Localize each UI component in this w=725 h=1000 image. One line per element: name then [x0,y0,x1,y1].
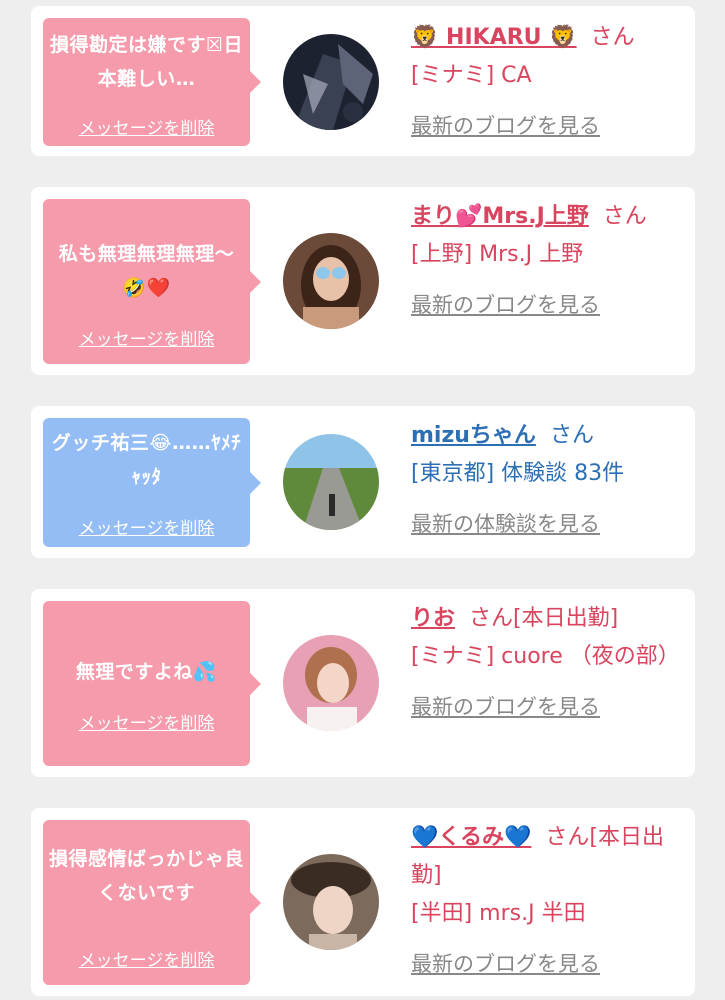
honorific: さん [590,25,635,50]
message-text: 損得勘定は嫌です☒日本難しい… [49,34,244,90]
message-bubble: 損得勘定は嫌です☒日本難しい… メッセージを削除 [43,18,261,146]
shop-location: [東京都] 体験談 83件 [411,461,625,486]
user-info: mizuちゃん さん [東京都] 体験談 83件 最新の体験談を見る [411,417,681,544]
user-name-link[interactable]: mizuちゃん [411,423,536,448]
shop-location: [上野] Mrs.J 上野 [411,242,584,267]
delete-message-link[interactable]: メッセージを削除 [43,325,250,350]
message-bubble: 損得感情ばっかじゃ良くないです メッセージを削除 [43,820,261,985]
latest-blog-link[interactable]: 最新のブログを見る [411,688,600,726]
woman-hat-avatar[interactable] [283,854,379,950]
name-row: 🦁 HIKARU 🦁 さん [411,19,681,57]
user-name-link[interactable]: 💙くるみ💙 [411,825,531,850]
message-text: 損得感情ばっかじゃ良くないです [49,848,245,904]
user-info: まり💕Mrs.J上野 さん [上野] Mrs.J 上野 最新のブログを見る [411,198,681,325]
message-bubble: グッチ祐三😂……ﾔﾒﾁｬｯﾀ メッセージを削除 [43,418,261,547]
woman-portrait-avatar[interactable] [283,233,379,329]
user-info: りお さん[本日出勤] [ミナミ] cuore （夜の部） 最新のブログを見る [411,600,681,727]
name-row: 💙くるみ💙 さん[本日出勤] [411,819,681,895]
road-landscape-avatar[interactable] [283,434,379,530]
user-info: 🦁 HIKARU 🦁 さん [ミナミ] CA 最新のブログを見る [411,19,681,146]
message-text: 無理ですよね💦 [75,661,218,683]
user-name-link[interactable]: まり💕Mrs.J上野 [411,204,589,229]
message-card: 損得勘定は嫌です☒日本難しい… メッセージを削除 🦁 HIKARU 🦁 さん [ミ… [31,6,695,156]
latest-review-link[interactable]: 最新の体験談を見る [411,505,600,543]
dark-abstract-avatar[interactable] [283,34,379,130]
shop-location: [ミナミ] cuore （夜の部） [411,644,680,669]
message-text: グッチ祐三😂……ﾔﾒﾁｬｯﾀ [51,432,242,488]
latest-blog-link[interactable]: 最新のブログを見る [411,945,600,983]
message-card: 無理ですよね💦 メッセージを削除 りお さん[本日出勤] [ミナミ] cuore … [31,589,695,777]
name-row: mizuちゃん さん [411,417,681,455]
message-bubble: 無理ですよね💦 メッセージを削除 [43,601,261,766]
latest-blog-link[interactable]: 最新のブログを見る [411,107,600,145]
user-name-link[interactable]: りお [411,606,455,631]
latest-blog-link[interactable]: 最新のブログを見る [411,286,600,324]
message-text: 私も無理無理無理〜🤣❤️ [58,243,235,299]
name-row: りお さん[本日出勤] [411,600,681,638]
delete-message-link[interactable]: メッセージを削除 [43,514,250,539]
message-card: 損得感情ばっかじゃ良くないです メッセージを削除 💙くるみ💙 さん[本日出勤] [… [31,808,695,996]
name-row: まり💕Mrs.J上野 さん [411,198,681,236]
delete-message-link[interactable]: メッセージを削除 [43,114,250,139]
message-card: グッチ祐三😂……ﾔﾒﾁｬｯﾀ メッセージを削除 mizuちゃん さん [東京都] … [31,406,695,558]
delete-message-link[interactable]: メッセージを削除 [43,946,250,971]
honorific: さん [549,423,594,448]
message-bubble: 私も無理無理無理〜🤣❤️ メッセージを削除 [43,199,261,364]
shop-location: [半田] mrs.J 半田 [411,901,586,926]
delete-message-link[interactable]: メッセージを削除 [43,709,250,734]
shop-location: [ミナミ] CA [411,63,532,88]
honorific: さん [602,204,647,229]
honorific: さん[本日出勤] [469,606,619,631]
user-name-link[interactable]: 🦁 HIKARU 🦁 [411,25,577,50]
message-card: 私も無理無理無理〜🤣❤️ メッセージを削除 まり💕Mrs.J上野 さん [上野] … [31,187,695,375]
user-info: 💙くるみ💙 さん[本日出勤] [半田] mrs.J 半田 最新のブログを見る [411,819,681,984]
woman-portrait-avatar[interactable] [283,635,379,731]
